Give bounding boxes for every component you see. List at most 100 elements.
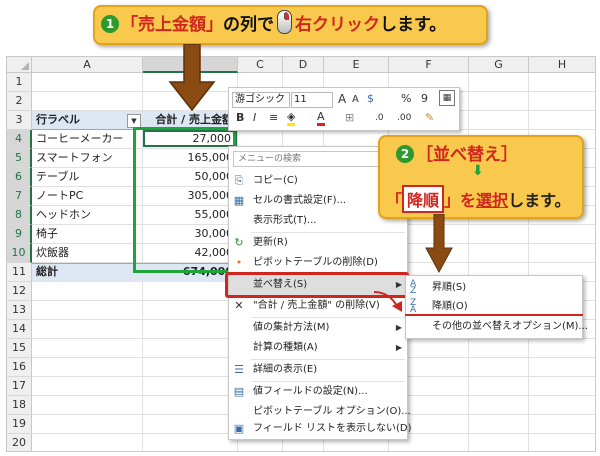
row-header[interactable]: 2 bbox=[7, 92, 32, 111]
instruction-1-connector: の列で bbox=[223, 15, 274, 35]
field-list-icon: ▣ bbox=[233, 422, 245, 435]
menu-item-delete-pivot[interactable]: • ピボットテーブルの削除(D) bbox=[229, 253, 407, 273]
shrink-font-button[interactable]: A bbox=[352, 93, 359, 107]
instruction-callout-2: 2 ［並べ替え］ ⬇ 「降順 」を選択します。 bbox=[378, 135, 584, 219]
pivot-row-label: 炊飯器 bbox=[36, 246, 69, 259]
field-settings-icon: ▤ bbox=[233, 385, 245, 398]
arrow-down-icon bbox=[425, 214, 453, 274]
instruction-2-heading-row: 2 ［並べ替え］ bbox=[396, 140, 518, 165]
row-header[interactable]: 1 bbox=[7, 73, 32, 92]
row-header[interactable]: 5 bbox=[7, 149, 32, 168]
comma-style-button[interactable]: 9 bbox=[421, 92, 428, 106]
format-table-icon[interactable]: ▦ bbox=[439, 90, 455, 106]
arrow-down-icon bbox=[168, 44, 216, 112]
pivot-row-label: スマートフォン bbox=[36, 151, 113, 164]
pivot-row-label: コーヒーメーカー bbox=[36, 132, 124, 145]
filter-dropdown-icon[interactable]: ▼ bbox=[127, 114, 141, 128]
column-header-a[interactable]: A bbox=[32, 57, 143, 73]
submenu-item-label: その他の並べ替えオプション(M)... bbox=[432, 321, 588, 332]
menu-item-label: 値フィールドの設定(N)... bbox=[253, 386, 368, 397]
row-header[interactable]: 14 bbox=[7, 320, 32, 339]
copy-icon: ⎘ bbox=[234, 174, 244, 187]
column-header-g[interactable]: G bbox=[469, 57, 529, 73]
menu-item-show-values-as[interactable]: 計算の種類(A) ▶ bbox=[229, 338, 407, 358]
mouse-right-click-icon bbox=[277, 10, 292, 34]
bold-button[interactable]: B bbox=[236, 111, 244, 125]
borders-button[interactable]: ⊞ bbox=[345, 111, 354, 125]
instruction-2-action: 選択 bbox=[476, 191, 509, 210]
row-header[interactable]: 15 bbox=[7, 339, 32, 358]
row-header[interactable]: 8 bbox=[7, 206, 32, 225]
step-2-badge: 2 bbox=[396, 145, 414, 163]
submenu-item-ascending[interactable]: AZ 昇順(S) bbox=[406, 278, 582, 298]
row-header[interactable]: 3 bbox=[7, 111, 32, 130]
menu-item-label: 値の集計方法(M) bbox=[253, 322, 330, 333]
row-header[interactable]: 17 bbox=[7, 377, 32, 396]
instruction-1-text: 1 「売上金額」の列で 右クリックします。 bbox=[101, 7, 446, 43]
red-pointer-arrow-icon bbox=[373, 291, 402, 312]
column-header-e[interactable]: E bbox=[324, 57, 389, 73]
format-cells-icon: ▦ bbox=[233, 194, 245, 207]
instruction-1-column: 「売上金額」 bbox=[121, 15, 223, 35]
values-highlight-box bbox=[133, 127, 236, 273]
submenu-item-more-options[interactable]: その他の並べ替えオプション(M)... bbox=[406, 317, 588, 337]
menu-item-label: フィールド リストを表示しない(D) bbox=[253, 423, 412, 434]
column-header-h[interactable]: H bbox=[529, 57, 595, 73]
descending-underline bbox=[405, 314, 583, 316]
font-size-box[interactable]: 11 bbox=[291, 92, 333, 108]
row-header[interactable]: 7 bbox=[7, 187, 32, 206]
row-header[interactable]: 11 bbox=[7, 263, 32, 282]
submenu-arrow-icon: ▶ bbox=[395, 323, 402, 332]
submenu-arrow-icon: ▶ bbox=[395, 343, 402, 352]
decrease-decimal-button[interactable]: .00 bbox=[397, 111, 411, 125]
select-all-corner[interactable] bbox=[7, 57, 32, 73]
instruction-1-action: 右クリック bbox=[295, 15, 380, 35]
instruction-2-keyword: 降順 bbox=[402, 185, 445, 213]
grow-font-button[interactable]: A bbox=[338, 92, 346, 106]
column-header-d[interactable]: D bbox=[283, 57, 324, 73]
delete-pivot-icon: • bbox=[235, 256, 243, 269]
row-header[interactable]: 6 bbox=[7, 168, 32, 187]
pivot-row-label: ヘッドホン bbox=[36, 208, 91, 221]
step-1-badge: 1 bbox=[101, 15, 119, 33]
font-name-box[interactable]: 游ゴシック bbox=[232, 92, 290, 108]
fill-color-button[interactable]: ◈ bbox=[287, 111, 296, 126]
currency-format-button[interactable]: $ bbox=[367, 92, 374, 106]
menu-item-hide-field-list[interactable]: ▣ フィールド リストを表示しない(D) bbox=[229, 419, 412, 439]
menu-item-show-details[interactable]: ☰ 詳細の表示(E) bbox=[229, 360, 407, 380]
row-header[interactable]: 9 bbox=[7, 225, 32, 244]
menu-item-value-field-settings[interactable]: ▤ 値フィールドの設定(N)... bbox=[229, 382, 407, 402]
menu-item-label: 詳細の表示(E) bbox=[253, 364, 318, 375]
menu-item-label: 計算の種類(A) bbox=[253, 342, 318, 353]
instruction-2-text: 「降順 」を選択します。 bbox=[386, 185, 570, 213]
italic-button[interactable]: I bbox=[253, 111, 256, 125]
mini-toolbar: 游ゴシック 11 A A $ % 9 ▦ B I ≡ ◈ A ⊞ .0 .00 … bbox=[228, 87, 460, 131]
menu-item-label: ピボットテーブルの削除(D) bbox=[253, 257, 378, 268]
menu-item-label: コピー(C) bbox=[253, 175, 298, 186]
row-header[interactable]: 19 bbox=[7, 415, 32, 434]
row-header[interactable]: 13 bbox=[7, 301, 32, 320]
instruction-1-suffix: します。 bbox=[380, 15, 447, 35]
row-header[interactable]: 20 bbox=[7, 434, 32, 451]
row-header[interactable]: 18 bbox=[7, 396, 32, 415]
instruction-2-suffix: します。 bbox=[508, 191, 571, 210]
submenu-item-label: 昇順(S) bbox=[432, 282, 467, 293]
row-header[interactable]: 10 bbox=[7, 244, 32, 263]
row-header[interactable]: 12 bbox=[7, 282, 32, 301]
format-painter-button[interactable]: ✎ bbox=[425, 111, 434, 125]
increase-decimal-button[interactable]: .0 bbox=[375, 111, 384, 125]
menu-item-summarize-by[interactable]: 値の集計方法(M) ▶ bbox=[229, 318, 407, 338]
row-header[interactable]: 4 bbox=[7, 130, 32, 149]
column-header-f[interactable]: F bbox=[389, 57, 469, 73]
pivot-row-label: ノートPC bbox=[36, 189, 84, 202]
green-down-arrow-icon: ⬇ bbox=[472, 163, 484, 179]
refresh-icon: ↻ bbox=[234, 236, 244, 249]
row-header[interactable]: 16 bbox=[7, 358, 32, 377]
align-button[interactable]: ≡ bbox=[269, 111, 278, 125]
menu-item-refresh[interactable]: ↻ 更新(R) bbox=[229, 233, 407, 253]
font-color-button[interactable]: A bbox=[317, 111, 325, 126]
pivot-row-label: テーブル bbox=[36, 170, 80, 183]
column-header-c[interactable]: C bbox=[238, 57, 283, 73]
menu-item-label: "合計 / 売上金額" の削除(V) bbox=[253, 300, 380, 311]
percent-button[interactable]: % bbox=[401, 92, 411, 106]
